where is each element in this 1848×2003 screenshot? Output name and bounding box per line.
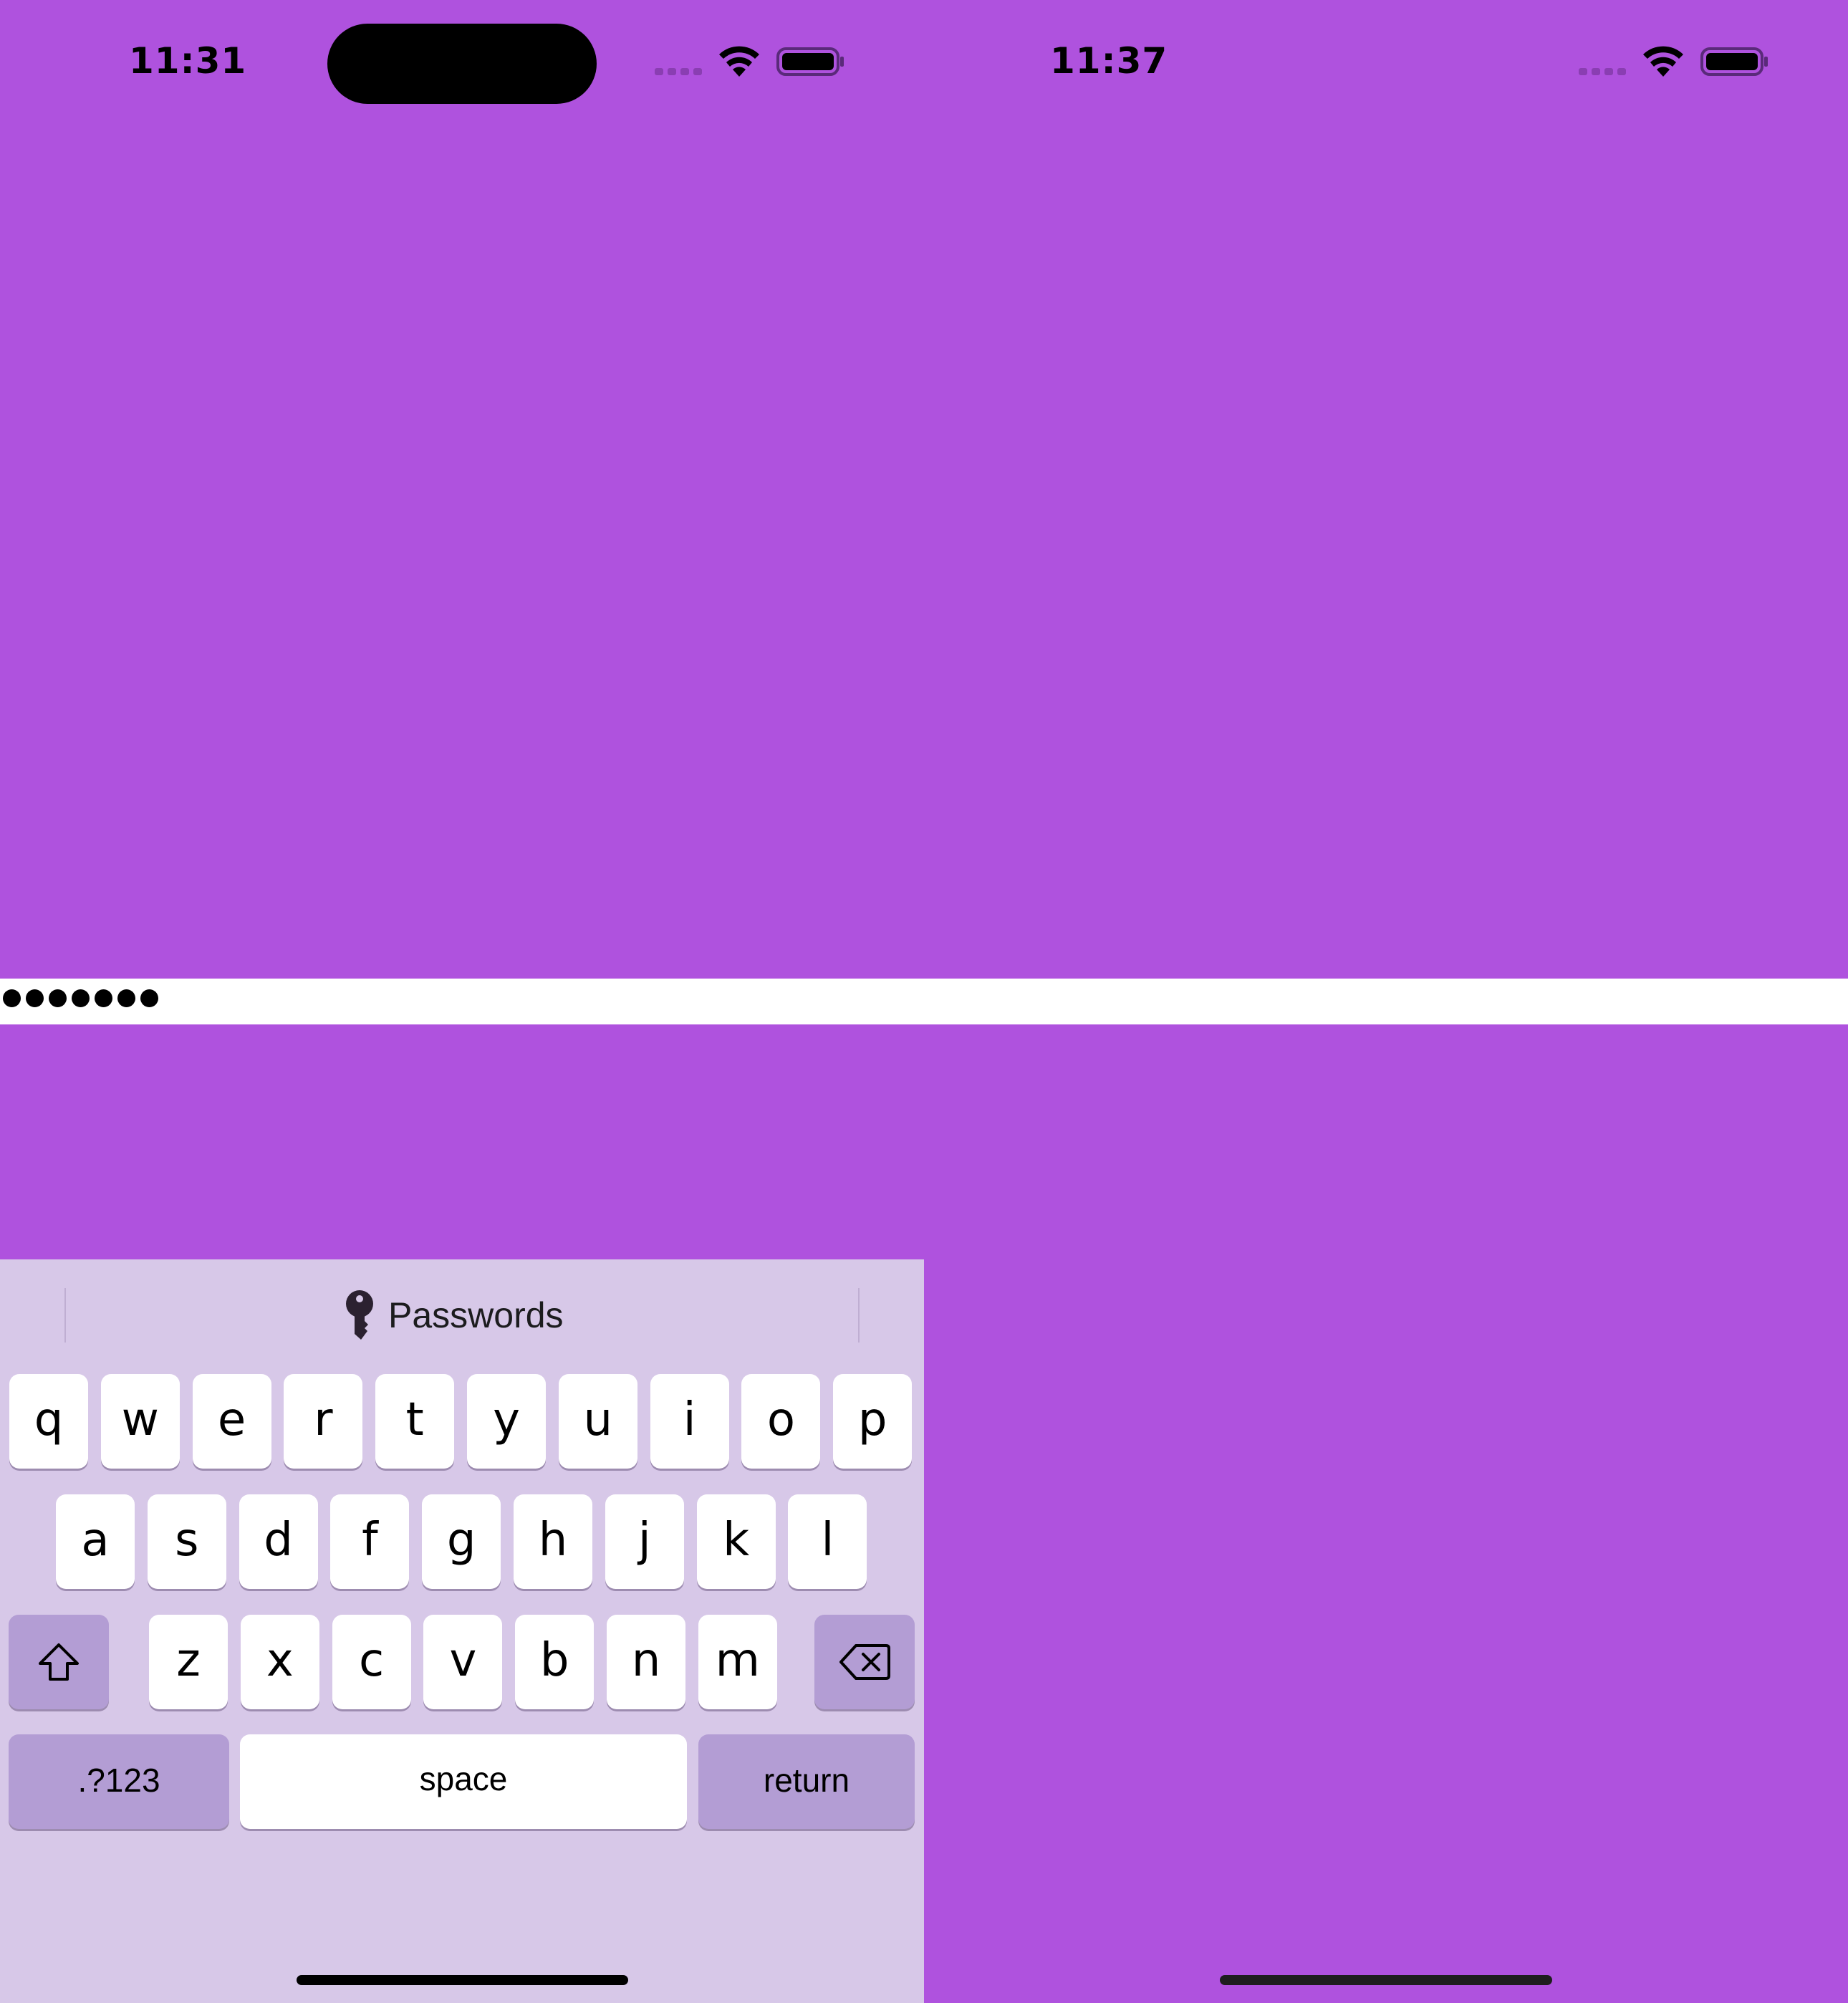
home-indicator[interactable]	[297, 1975, 628, 1985]
key-y[interactable]: y	[467, 1374, 546, 1469]
key-b[interactable]: b	[515, 1615, 595, 1709]
battery-icon	[776, 47, 844, 76]
status-time: 11:31	[129, 40, 247, 82]
password-dot	[3, 989, 21, 1007]
keyboard: Passwords .?123 space return qwertyuiop a…	[0, 1259, 924, 2003]
key-h[interactable]: h	[514, 1494, 592, 1589]
key-w[interactable]: w	[100, 1374, 180, 1469]
key-q[interactable]: q	[9, 1374, 88, 1469]
password-dot	[49, 989, 67, 1007]
key-r[interactable]: r	[284, 1374, 363, 1469]
cellular-signal-icon	[1579, 68, 1626, 75]
password-dot	[117, 989, 135, 1007]
password-mask	[3, 989, 158, 1007]
key-i[interactable]: i	[650, 1374, 729, 1469]
shift-key[interactable]	[9, 1615, 109, 1709]
key-m[interactable]: m	[698, 1615, 777, 1709]
wifi-icon	[719, 46, 759, 77]
space-key[interactable]: space	[240, 1734, 687, 1829]
key-u[interactable]: u	[558, 1374, 637, 1469]
key-t[interactable]: t	[375, 1374, 455, 1469]
key-x[interactable]: x	[240, 1615, 319, 1709]
password-dot	[72, 989, 90, 1007]
password-dot	[140, 989, 158, 1007]
key-o[interactable]: o	[741, 1374, 821, 1469]
numbers-key[interactable]: .?123	[9, 1734, 229, 1829]
divider	[858, 1288, 860, 1342]
key-e[interactable]: e	[192, 1374, 271, 1469]
key-p[interactable]: p	[833, 1374, 913, 1469]
home-indicator[interactable]	[1220, 1975, 1552, 1985]
divider	[64, 1288, 66, 1342]
key-l[interactable]: l	[788, 1494, 867, 1589]
key-c[interactable]: c	[332, 1615, 411, 1709]
key-j[interactable]: j	[605, 1494, 684, 1589]
suggestion-bar: Passwords	[0, 1259, 924, 1371]
wifi-icon	[1643, 46, 1683, 77]
key-d[interactable]: d	[239, 1494, 318, 1589]
password-dot	[95, 989, 112, 1007]
key-a[interactable]: a	[56, 1494, 135, 1589]
password-dot	[26, 989, 44, 1007]
passwords-label: Passwords	[388, 1295, 564, 1335]
key-z[interactable]: z	[149, 1615, 228, 1709]
delete-key[interactable]	[814, 1615, 915, 1709]
password-field[interactable]	[0, 979, 1848, 1024]
shift-icon	[39, 1643, 79, 1681]
key-v[interactable]: v	[423, 1615, 503, 1709]
key-k[interactable]: k	[696, 1494, 776, 1589]
return-key[interactable]: return	[698, 1734, 915, 1829]
cellular-signal-icon	[655, 68, 702, 75]
key-f[interactable]: f	[330, 1494, 410, 1589]
key-icon	[346, 1290, 373, 1340]
key-s[interactable]: s	[147, 1494, 226, 1589]
key-n[interactable]: n	[607, 1615, 685, 1709]
key-g[interactable]: g	[422, 1494, 501, 1589]
delete-backward-icon	[839, 1644, 890, 1680]
status-time: 11:37	[1050, 40, 1168, 82]
battery-icon	[1700, 47, 1768, 76]
passwords-suggestion[interactable]: Passwords	[344, 1288, 564, 1342]
dynamic-island	[327, 24, 597, 104]
